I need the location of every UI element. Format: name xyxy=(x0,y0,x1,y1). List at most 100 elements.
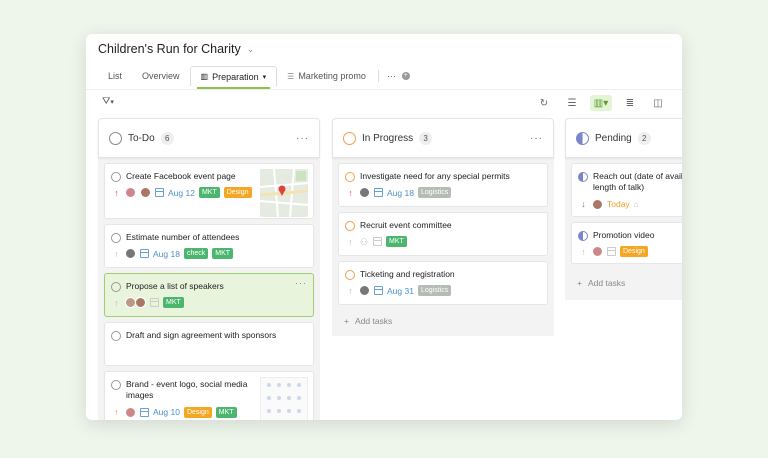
card-more-button[interactable]: ··· xyxy=(295,278,307,288)
task-card[interactable]: Recruit event committee ↑ ⚇ MKT xyxy=(338,212,548,256)
avatar[interactable] xyxy=(359,285,370,297)
avatar[interactable] xyxy=(135,297,146,309)
avatar[interactable] xyxy=(125,248,136,260)
plus-icon: + xyxy=(577,278,582,288)
priority-low-icon[interactable]: ↑ xyxy=(579,247,588,257)
column-header: In Progress 3 ··· xyxy=(332,118,554,158)
task-status-icon[interactable] xyxy=(345,221,355,231)
priority-low-icon[interactable]: ↑ xyxy=(346,237,355,247)
task-card-selected[interactable]: Propose a list of speakers ··· ↑ MKT xyxy=(104,273,314,317)
task-card[interactable]: Estimate number of attendees ↑ Aug 18 ch… xyxy=(104,224,314,268)
task-status-icon[interactable] xyxy=(578,231,588,241)
tag-icon[interactable]: ⌂ xyxy=(634,200,639,209)
tag-logistics[interactable]: Logistics xyxy=(417,285,452,297)
tag-mkt[interactable]: MKT xyxy=(215,406,237,418)
column-header: Pending 2 xyxy=(565,118,682,158)
task-status-icon[interactable] xyxy=(111,331,121,341)
panel-toggle-icon[interactable]: ◫ xyxy=(648,95,668,111)
chevron-down-icon: ▾ xyxy=(110,99,114,106)
task-status-icon[interactable] xyxy=(111,282,121,292)
board-icon: ▥ xyxy=(200,72,209,81)
plus-icon: + xyxy=(344,316,349,326)
task-status-icon[interactable] xyxy=(345,172,355,182)
column-count: 6 xyxy=(160,131,174,145)
task-card[interactable]: Reach out (date of availa & length of ta… xyxy=(571,163,682,217)
calendar-icon[interactable] xyxy=(150,298,159,308)
priority-low-icon[interactable]: ↑ xyxy=(112,298,121,308)
tag-mkt[interactable]: MKT xyxy=(386,236,407,248)
priority-low-icon[interactable]: ↑ xyxy=(346,286,355,296)
tag-design[interactable]: Design xyxy=(620,246,648,258)
task-title: Estimate number of attendees xyxy=(126,232,240,242)
calendar-icon[interactable] xyxy=(607,247,616,257)
more-tabs-button[interactable]: ··· xyxy=(381,66,402,86)
tab-marketing-promo[interactable]: ☰ Marketing promo xyxy=(277,66,376,86)
tab-list[interactable]: List xyxy=(98,66,132,86)
avatar[interactable] xyxy=(359,187,370,199)
tab-overview[interactable]: Overview xyxy=(132,66,190,86)
divider xyxy=(86,89,682,90)
tag-logistics[interactable]: Logistics xyxy=(417,187,452,199)
assignee-placeholder-icon[interactable]: ⚇ xyxy=(359,237,369,247)
task-title: Propose a list of speakers xyxy=(126,281,224,291)
priority-high-icon[interactable]: ↑ xyxy=(346,188,355,198)
add-task-button[interactable]: + Add tasks xyxy=(344,316,392,326)
todo-status-icon xyxy=(109,131,122,145)
task-title: Reach out (date of availa & length of ta… xyxy=(593,171,682,193)
tag-check[interactable]: check xyxy=(183,248,209,260)
avatar[interactable] xyxy=(592,246,603,258)
avatar[interactable] xyxy=(592,198,603,210)
priority-medium-icon[interactable]: ↑ xyxy=(112,407,121,417)
task-status-icon[interactable] xyxy=(578,172,588,182)
refresh-icon[interactable]: ↻ xyxy=(534,95,554,111)
tab-preparation[interactable]: ▥ Preparation ▾ xyxy=(189,66,278,89)
due-date[interactable]: Aug 10 xyxy=(153,407,180,417)
task-title: Draft and sign agreement with sponsors xyxy=(126,330,277,340)
board-view-icon[interactable]: ▥▾ xyxy=(590,95,612,111)
priority-high-icon[interactable]: ↑ xyxy=(112,188,121,198)
filter-button[interactable]: ⛛▾ xyxy=(102,96,114,107)
task-title: Promotion video xyxy=(593,230,655,240)
task-status-icon[interactable] xyxy=(111,233,121,243)
calendar-icon[interactable] xyxy=(373,237,382,247)
task-card[interactable]: Brand - event logo, social media images … xyxy=(104,371,314,420)
task-title: Ticketing and registration xyxy=(360,269,455,279)
task-card[interactable]: Ticketing and registration ↑ Aug 31 Logi… xyxy=(338,261,548,305)
task-status-icon[interactable] xyxy=(345,270,355,280)
avatar[interactable] xyxy=(125,187,136,199)
due-date[interactable]: Aug 18 xyxy=(387,188,414,198)
task-card[interactable]: Create Facebook event page ↑ Aug 12 MKT … xyxy=(104,163,314,219)
column-more-button[interactable]: ··· xyxy=(530,133,543,144)
priority-low-icon[interactable]: ↑ xyxy=(112,249,121,259)
tag-design[interactable]: Design xyxy=(223,187,252,199)
tag-mkt[interactable]: MKT xyxy=(198,187,220,199)
calendar-icon xyxy=(140,407,149,417)
tag-design[interactable]: Design xyxy=(183,406,212,418)
chevron-down-icon[interactable]: ⌄ xyxy=(247,44,255,55)
task-card[interactable]: Investigate need for any special permits… xyxy=(338,163,548,207)
timeline-view-icon[interactable]: ≣ xyxy=(620,95,640,111)
avatar[interactable] xyxy=(140,187,151,199)
add-task-button[interactable]: + Add tasks xyxy=(577,278,625,288)
due-date[interactable]: Aug 31 xyxy=(387,286,414,296)
image-thumbnail[interactable] xyxy=(260,377,308,420)
list-view-icon[interactable]: ☰ xyxy=(562,95,582,111)
due-date[interactable]: Aug 12 xyxy=(168,188,195,198)
task-status-icon[interactable] xyxy=(111,172,121,182)
view-toolbar: ↻ ☰ ▥▾ ≣ ◫ xyxy=(534,95,668,111)
task-card[interactable]: Promotion video ↑ Design xyxy=(571,222,682,264)
tag-mkt[interactable]: MKT xyxy=(163,297,184,309)
column-header: To-Do 6 ··· xyxy=(98,118,320,158)
map-thumbnail[interactable] xyxy=(260,169,308,217)
task-status-icon[interactable] xyxy=(111,380,121,390)
due-date[interactable]: Aug 18 xyxy=(153,249,180,259)
tag-mkt[interactable]: MKT xyxy=(212,248,234,260)
avatar[interactable] xyxy=(125,406,136,418)
add-view-icon[interactable]: + xyxy=(401,72,410,80)
chevron-down-icon[interactable]: ▾ xyxy=(263,73,267,81)
project-title-row[interactable]: Children's Run for Charity ⌄ xyxy=(98,42,254,56)
priority-low-icon[interactable]: ↓ xyxy=(579,199,588,209)
column-more-button[interactable]: ··· xyxy=(296,133,309,144)
task-card[interactable]: Draft and sign agreement with sponsors xyxy=(104,322,314,366)
due-date[interactable]: Today xyxy=(607,199,630,209)
